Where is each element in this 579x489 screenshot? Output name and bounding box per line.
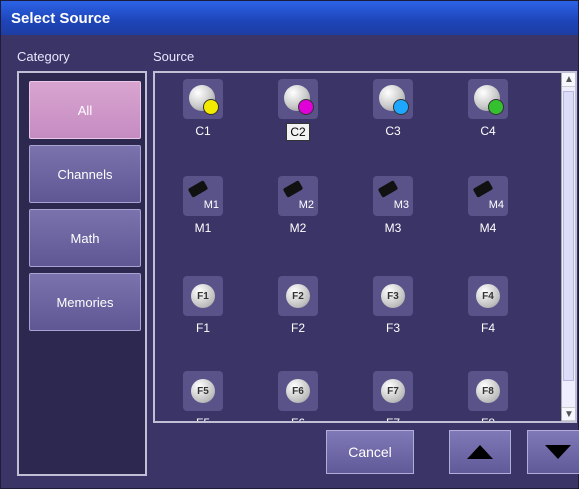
source-f2[interactable]: F2 F2 (263, 276, 333, 336)
function-icon-text: F5 (191, 379, 215, 403)
memory-icon-text: M4 (488, 199, 504, 211)
function-icon: F3 (373, 276, 413, 316)
channel-probe-icon (373, 79, 413, 119)
title-bar: Select Source (1, 1, 578, 35)
source-m3[interactable]: M3 M3 (358, 176, 428, 236)
category-all-button[interactable]: All (29, 81, 141, 139)
source-label-c3: C3 (385, 124, 401, 138)
source-label-c1: C1 (195, 124, 211, 138)
category-header: Category (17, 49, 70, 64)
source-label-c2: C2 (286, 123, 310, 141)
source-c2[interactable]: C2 (263, 79, 333, 141)
function-icon-text: F2 (286, 284, 310, 308)
arrow-up-icon (467, 445, 493, 459)
memory-icon: M3 (373, 176, 413, 216)
memory-icon: M4 (468, 176, 508, 216)
memory-icon-text: M3 (393, 199, 409, 211)
scroll-up-button[interactable]: ▲ (562, 73, 575, 87)
source-label-f6: F6 (290, 416, 305, 423)
source-panel: C1 C2 C3 C4 M1 M1 M2 M2 M3 M3 M4 M4 F1 F… (153, 71, 577, 423)
source-label-f3: F3 (385, 321, 400, 335)
category-channels-label: Channels (57, 166, 113, 182)
source-m2[interactable]: M2 M2 (263, 176, 333, 236)
source-header: Source (153, 49, 195, 64)
memory-icon-text: M1 (203, 199, 219, 211)
source-c4[interactable]: C4 (453, 79, 523, 139)
function-icon: F5 (183, 371, 223, 411)
channel-probe-icon (183, 79, 223, 119)
channel-probe-icon (278, 79, 318, 119)
source-label-m2: M2 (289, 221, 307, 235)
memory-icon: M2 (278, 176, 318, 216)
category-math-label: Math (70, 230, 100, 246)
function-icon: F6 (278, 371, 318, 411)
function-icon-text: F1 (191, 284, 215, 308)
window-title: Select Source (11, 9, 111, 27)
cancel-button[interactable]: Cancel (326, 430, 414, 474)
source-f6[interactable]: F6 F6 (263, 371, 333, 423)
category-memories-label: Memories (56, 294, 114, 310)
source-m4[interactable]: M4 M4 (453, 176, 523, 236)
source-m1[interactable]: M1 M1 (168, 176, 238, 236)
source-c1[interactable]: C1 (168, 79, 238, 139)
arrow-down-icon (545, 445, 571, 459)
function-icon: F4 (468, 276, 508, 316)
function-icon: F1 (183, 276, 223, 316)
function-icon-text: F7 (381, 379, 405, 403)
function-icon: F8 (468, 371, 508, 411)
function-icon-text: F4 (476, 284, 500, 308)
source-f5[interactable]: F5 F5 (168, 371, 238, 423)
source-f8[interactable]: F8 F8 (453, 371, 523, 423)
source-c3[interactable]: C3 (358, 79, 428, 139)
page-down-button[interactable] (527, 430, 579, 474)
scroll-thumb[interactable] (563, 91, 574, 381)
category-panel: All Channels Math Memories (17, 71, 147, 476)
category-math-button[interactable]: Math (29, 209, 141, 267)
cancel-button-label: Cancel (348, 444, 392, 460)
function-icon-text: F6 (286, 379, 310, 403)
scroll-down-button[interactable]: ▼ (562, 407, 575, 421)
category-all-label: All (77, 102, 93, 118)
source-label-m1: M1 (194, 221, 212, 235)
vertical-scrollbar[interactable]: ▲ ▼ (561, 73, 575, 421)
source-label-f2: F2 (290, 321, 305, 335)
memory-icon-text: M2 (298, 199, 314, 211)
source-label-f8: F8 (480, 416, 495, 423)
source-label-f4: F4 (480, 321, 495, 335)
source-f1[interactable]: F1 F1 (168, 276, 238, 336)
source-label-f1: F1 (195, 321, 210, 335)
function-icon: F2 (278, 276, 318, 316)
function-icon-text: F3 (381, 284, 405, 308)
source-label-m3: M3 (384, 221, 402, 235)
source-f4[interactable]: F4 F4 (453, 276, 523, 336)
memory-icon: M1 (183, 176, 223, 216)
source-f3[interactable]: F3 F3 (358, 276, 428, 336)
source-label-f7: F7 (385, 416, 400, 423)
source-f7[interactable]: F7 F7 (358, 371, 428, 423)
channel-probe-icon (468, 79, 508, 119)
category-memories-button[interactable]: Memories (29, 273, 141, 331)
source-label-f5: F5 (195, 416, 210, 423)
page-up-button[interactable] (449, 430, 511, 474)
function-icon: F7 (373, 371, 413, 411)
function-icon-text: F8 (476, 379, 500, 403)
select-source-window: Select Source Category Source All Channe… (0, 0, 579, 489)
category-channels-button[interactable]: Channels (29, 145, 141, 203)
source-label-m4: M4 (479, 221, 497, 235)
source-label-c4: C4 (480, 124, 496, 138)
